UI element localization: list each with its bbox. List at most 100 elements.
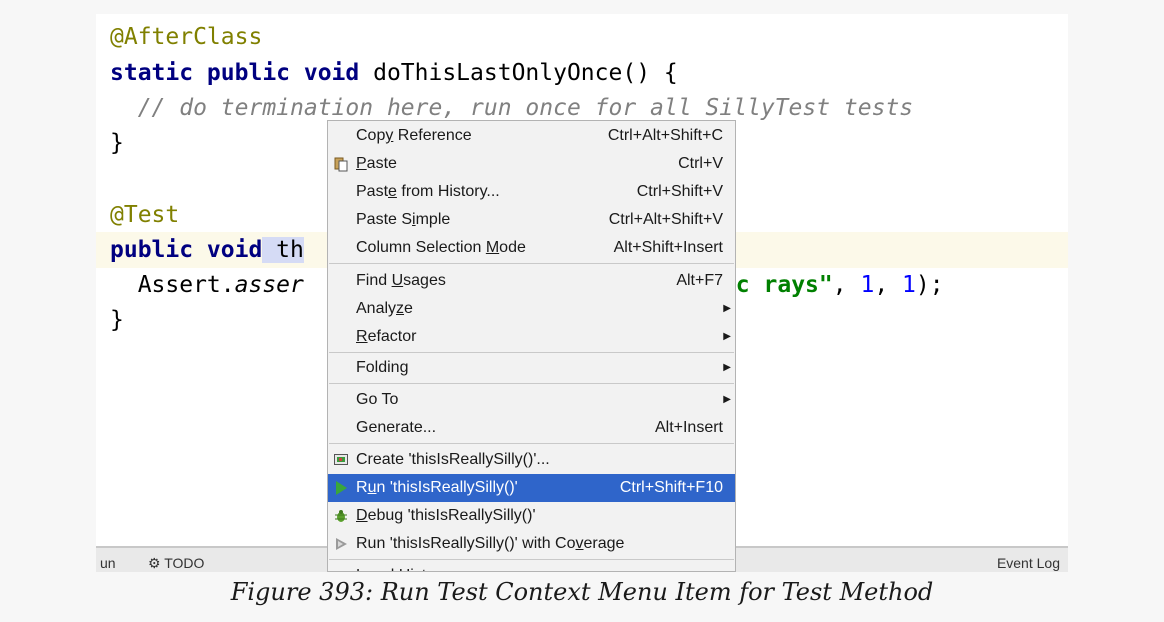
label-part: Find — [356, 272, 392, 289]
keyword: static public void — [110, 60, 360, 86]
submenu-arrow-icon: ▶ — [723, 303, 731, 314]
menu-item-label: Create 'thisIsReallySilly()'... — [356, 451, 550, 468]
event-log-tab[interactable]: Event Log — [997, 555, 1060, 571]
context-menu: Copy Reference Ctrl+Alt+Shift+C Paste Ct… — [327, 120, 736, 572]
comment: // do termination here, run once for all… — [110, 95, 914, 121]
menu-separator — [329, 443, 734, 444]
menu-item-refactor[interactable]: Refactor ▶ — [328, 323, 735, 351]
run-tool-tab[interactable]: un — [100, 555, 116, 571]
menu-item-debug[interactable]: Debug 'thisIsReallySilly()' — [328, 502, 735, 530]
annotation: @AfterClass — [110, 24, 263, 50]
menu-item-label: Paste from History... — [356, 178, 500, 206]
label-part: n 'thisIsReallySilly()' — [376, 479, 518, 496]
code-line-6: @Test — [110, 200, 179, 230]
shortcut: Alt+Insert — [654, 419, 723, 436]
paste-icon — [333, 150, 349, 178]
mnemonic: D — [356, 507, 368, 524]
menu-item-analyze[interactable]: Analyze ▶ — [328, 295, 735, 323]
debug-icon — [333, 502, 349, 530]
figure-caption: Figure 393: Run Test Context Menu Item f… — [230, 578, 934, 606]
menu-item-label: Run 'thisIsReallySilly()' — [356, 474, 518, 502]
code-line-4: } — [110, 128, 124, 158]
statement-end: ); — [915, 272, 944, 298]
menu-item-label: Copy Reference — [356, 122, 472, 150]
label-part: sages — [403, 272, 446, 289]
submenu-arrow-icon: ▶ — [723, 362, 731, 373]
create-config-icon — [333, 446, 349, 474]
menu-item-column-selection-mode[interactable]: Column Selection Mode Alt+Shift+Insert — [328, 234, 735, 262]
label-part: R — [356, 479, 368, 496]
assert-class: Assert. — [110, 272, 235, 298]
brace: } — [110, 307, 124, 333]
shortcut: Ctrl+V — [678, 155, 723, 172]
menu-separator — [329, 383, 734, 384]
coverage-icon — [333, 530, 349, 558]
submenu-arrow-icon: ▶ — [723, 394, 731, 405]
label-part: Run 'thisIsReallySilly()' with Co — [356, 535, 576, 552]
shortcut: Ctrl+Alt+Shift+V — [608, 211, 723, 228]
todo-tool-tab[interactable]: ⚙ TODO — [148, 555, 204, 572]
label-part: ode — [499, 239, 526, 256]
menu-separator — [329, 263, 734, 264]
menu-item-label: Run 'thisIsReallySilly()' with Coverage — [356, 530, 624, 558]
method-signature: doThisLastOnlyOnce() { — [359, 60, 678, 86]
assert-method: asser — [234, 272, 304, 298]
shortcut: Alt+F7 — [676, 272, 723, 289]
code-line-1: @AfterClass — [110, 22, 262, 52]
mnemonic: z — [396, 300, 405, 317]
menu-item-label: Local History — [356, 562, 448, 571]
label-part: Cop — [356, 127, 386, 144]
menu-item-label: Find Usages — [356, 267, 446, 295]
label-part: mple — [415, 211, 451, 228]
label-part: Past — [356, 183, 389, 200]
menu-item-label: Refactor — [356, 323, 416, 351]
code-line-9: } — [110, 305, 124, 335]
menu-item-copy-reference[interactable]: Copy Reference Ctrl+Alt+Shift+C — [328, 122, 735, 150]
mnemonic: M — [485, 239, 500, 256]
shortcut: Alt+Shift+Insert — [613, 239, 723, 256]
code-line-3: // do termination here, run once for all… — [110, 93, 913, 123]
submenu-arrow-icon: ▶ — [723, 562, 731, 571]
menu-item-local-history[interactable]: Local History ▶ — [328, 562, 735, 571]
menu-item-run-with-coverage[interactable]: Run 'thisIsReallySilly()' with Coverage — [328, 530, 735, 558]
code-line-7: public void th — [110, 235, 304, 265]
menu-item-find-usages[interactable]: Find Usages Alt+F7 — [328, 267, 735, 295]
keyword: public void — [110, 237, 263, 263]
shortcut: Ctrl+Shift+V — [636, 183, 723, 200]
menu-item-create-config[interactable]: Create 'thisIsReallySilly()'... — [328, 446, 735, 474]
comma: , — [874, 272, 903, 298]
code-line-2: static public void doThisLastOnlyOnce() … — [110, 58, 678, 88]
menu-item-label: Analyze — [356, 295, 413, 323]
label-part: efactor — [367, 328, 417, 345]
shortcut: Ctrl+Shift+F10 — [619, 479, 723, 496]
menu-item-run[interactable]: Run 'thisIsReallySilly()' Ctrl+Shift+F10 — [328, 474, 735, 502]
mnemonic: v — [575, 535, 584, 552]
submenu-arrow-icon: ▶ — [723, 331, 731, 342]
menu-item-go-to[interactable]: Go To ▶ — [328, 386, 735, 414]
number-literal: 1 — [860, 272, 875, 298]
menu-separator — [329, 559, 734, 560]
label-part: erage — [583, 535, 625, 552]
mnemonic: U — [391, 272, 404, 289]
brace: } — [110, 130, 124, 156]
menu-item-paste-history[interactable]: Paste from History... Ctrl+Shift+V — [328, 178, 735, 206]
menu-item-label: Folding — [356, 359, 409, 376]
menu-item-label: Paste — [356, 150, 397, 178]
run-icon — [333, 474, 349, 502]
menu-item-folding[interactable]: Folding ▶ — [328, 354, 735, 382]
menu-item-label: Go To — [356, 391, 399, 408]
menu-item-paste[interactable]: Paste Ctrl+V — [328, 150, 735, 178]
label-part: e — [404, 300, 413, 317]
menu-item-label: Generate... — [356, 419, 437, 436]
label-part: Reference — [393, 127, 472, 144]
mnemonic: P — [356, 155, 367, 172]
menu-item-generate[interactable]: Generate... Alt+Insert — [328, 414, 735, 442]
selected-method-name: th — [262, 237, 304, 263]
menu-item-paste-simple[interactable]: Paste Simple Ctrl+Alt+Shift+V — [328, 206, 735, 234]
label-part: Paste S — [356, 211, 413, 228]
menu-item-label: Debug 'thisIsReallySilly()' — [356, 502, 536, 530]
menu-item-label: Column Selection Mode — [356, 234, 526, 262]
number-literal: 1 — [902, 272, 916, 298]
menu-separator — [329, 352, 734, 353]
mnemonic: R — [356, 328, 368, 345]
